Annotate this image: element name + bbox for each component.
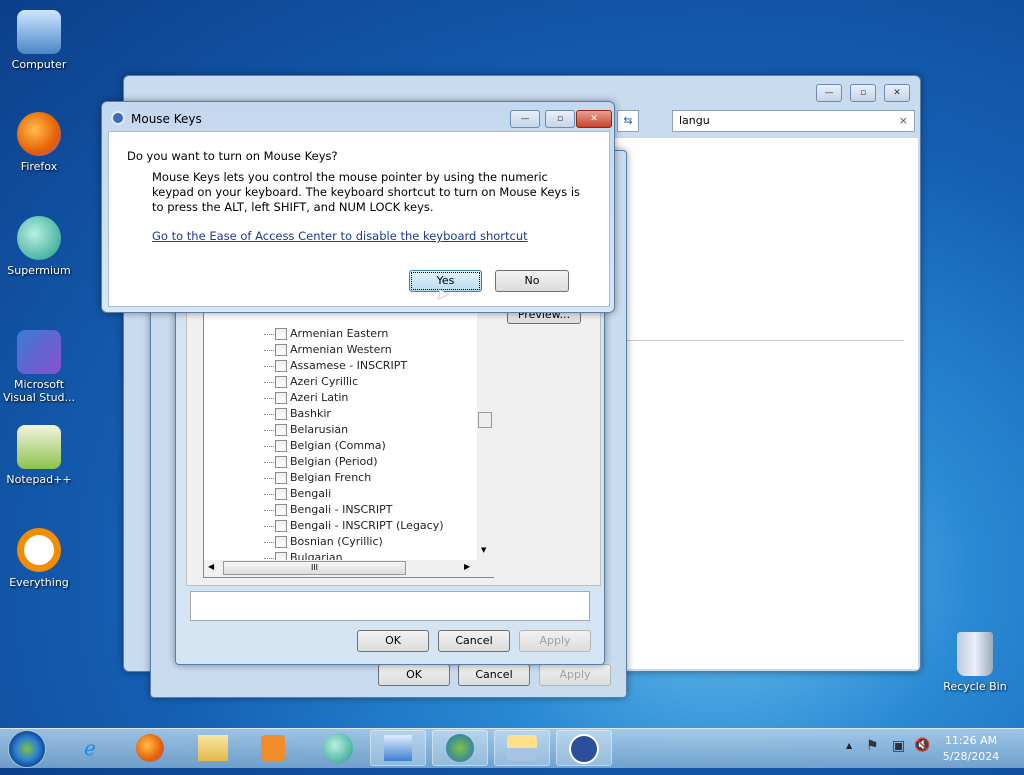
mouse-keys-dialog: Mouse Keys — ▫ ✕ Do you want to turn on … <box>101 101 615 313</box>
supermium-icon <box>323 733 353 763</box>
taskbar-region-language[interactable] <box>432 730 488 766</box>
list-item[interactable]: Azeri Cyrillic <box>264 374 477 390</box>
checkbox[interactable] <box>275 472 287 484</box>
globe-clock-icon <box>446 734 474 762</box>
ease-of-access-link[interactable]: Go to the Ease of Access Center to disab… <box>152 229 528 243</box>
taskbar-file-explorer[interactable] <box>185 730 241 766</box>
taskbar-media-player[interactable] <box>245 730 301 766</box>
list-item[interactable]: Bengali <box>264 486 477 502</box>
list-item[interactable]: Bengali - INSCRIPT (Legacy) <box>264 518 477 534</box>
mouse-cursor-icon: ➤ <box>436 284 450 303</box>
checkbox[interactable] <box>275 536 287 548</box>
notepadpp-icon <box>17 425 61 469</box>
close-button[interactable]: ✕ <box>576 110 612 128</box>
checkbox[interactable] <box>275 376 287 388</box>
clock[interactable]: 11:26 AM 5/28/2024 <box>940 733 1002 765</box>
list-item[interactable]: Belarusian <box>264 422 477 438</box>
desktop-icon-firefox[interactable]: Firefox <box>2 112 76 173</box>
scroll-thumb[interactable]: III <box>223 561 406 575</box>
supermium-icon <box>17 216 61 260</box>
taskbar-keyboard[interactable] <box>494 730 550 766</box>
taskbar-firefox[interactable] <box>122 730 178 766</box>
action-center-flag-icon[interactable]: ⚑ <box>866 738 879 754</box>
list-item[interactable]: Assamese - INSCRIPT <box>264 358 477 374</box>
maximize-button[interactable]: ▫ <box>850 84 876 102</box>
cancel-button[interactable]: Cancel <box>458 664 530 686</box>
checkbox[interactable] <box>275 360 287 372</box>
keyboard-icon <box>507 735 537 761</box>
ok-button[interactable]: OK <box>378 664 450 686</box>
checkbox[interactable] <box>275 328 287 340</box>
internet-explorer-icon: ℯ <box>84 736 96 760</box>
maximize-button[interactable]: ▫ <box>545 110 575 128</box>
list-item[interactable]: Armenian Eastern <box>264 326 477 342</box>
ease-of-access-icon <box>569 734 599 764</box>
desktop-icon-recycle-bin[interactable]: Recycle Bin <box>938 632 1012 693</box>
vertical-scrollbar[interactable]: ▼ <box>477 302 494 560</box>
taskbar-supermium[interactable] <box>310 730 366 766</box>
ease-of-access-icon <box>111 111 125 125</box>
start-button[interactable] <box>8 730 46 768</box>
content-pane <box>614 138 918 669</box>
ok-button[interactable]: OK <box>357 630 429 652</box>
control-panel-icon <box>384 735 412 761</box>
checkbox[interactable] <box>275 456 287 468</box>
list-item[interactable]: Armenian Western <box>264 342 477 358</box>
folder-icon <box>198 735 228 761</box>
list-item[interactable]: Bashkir <box>264 406 477 422</box>
dialog-title: Mouse Keys <box>131 112 202 126</box>
everything-icon <box>17 528 61 572</box>
computer-icon <box>17 10 61 54</box>
no-button[interactable]: No <box>495 270 569 292</box>
checkbox[interactable] <box>275 392 287 404</box>
scroll-thumb[interactable] <box>478 412 492 428</box>
dialog-body: Mouse Keys lets you control the mouse po… <box>152 170 581 214</box>
close-button[interactable]: ✕ <box>884 84 910 102</box>
desktop-icon-visual-studio[interactable]: Microsoft Visual Stud... <box>2 330 76 404</box>
checkbox[interactable] <box>275 488 287 500</box>
list-item[interactable]: Azeri Latin <box>264 390 477 406</box>
minimize-button[interactable]: — <box>816 84 842 102</box>
refresh-icon[interactable]: ⇆ <box>617 110 639 132</box>
taskbar-internet-explorer[interactable]: ℯ <box>62 730 118 766</box>
dialog-question: Do you want to turn on Mouse Keys? <box>127 149 338 163</box>
desktop-icon-notepadpp[interactable]: Notepad++ <box>2 425 76 486</box>
checkbox[interactable] <box>275 424 287 436</box>
checkbox[interactable] <box>275 440 287 452</box>
list-item[interactable]: Belgian (Comma) <box>264 438 477 454</box>
list-item[interactable]: Bengali - INSCRIPT <box>264 502 477 518</box>
volume-muted-icon[interactable]: 🔇 <box>914 738 930 753</box>
apply-button: Apply <box>539 664 611 686</box>
list-item[interactable]: Bosnian (Cyrillic) <box>264 534 477 550</box>
taskbar-ease-of-access[interactable] <box>556 730 612 766</box>
firefox-icon <box>17 112 61 156</box>
checkbox[interactable] <box>275 344 287 356</box>
desktop-icon-supermium[interactable]: Supermium <box>2 216 76 277</box>
checkbox[interactable] <box>275 408 287 420</box>
checkbox[interactable] <box>275 520 287 532</box>
cancel-button[interactable]: Cancel <box>438 630 510 652</box>
checkbox[interactable] <box>275 504 287 516</box>
media-player-icon <box>261 735 285 761</box>
minimize-button[interactable]: — <box>510 110 540 128</box>
firefox-icon <box>136 734 164 762</box>
list-item[interactable]: Belgian French <box>264 470 477 486</box>
recycle-bin-icon <box>957 632 993 676</box>
search-input[interactable]: langu × <box>672 110 915 132</box>
desktop-icon-computer[interactable]: Computer <box>2 10 76 71</box>
network-icon[interactable]: ▣ <box>892 738 905 754</box>
horizontal-scrollbar[interactable]: ◀ III ▶ <box>204 560 494 577</box>
desktop-icon-everything[interactable]: Everything <box>2 528 76 589</box>
list-item[interactable]: Belgian (Period) <box>264 454 477 470</box>
taskbar-control-panel[interactable] <box>370 730 426 766</box>
clear-search-icon[interactable]: × <box>899 114 908 127</box>
show-hidden-icons-button[interactable]: ▲ <box>846 741 852 750</box>
apply-button: Apply <box>519 630 591 652</box>
keyboard-list: Armenian Eastern Armenian Western Assamese… <box>203 301 494 578</box>
visual-studio-icon <box>17 330 61 374</box>
